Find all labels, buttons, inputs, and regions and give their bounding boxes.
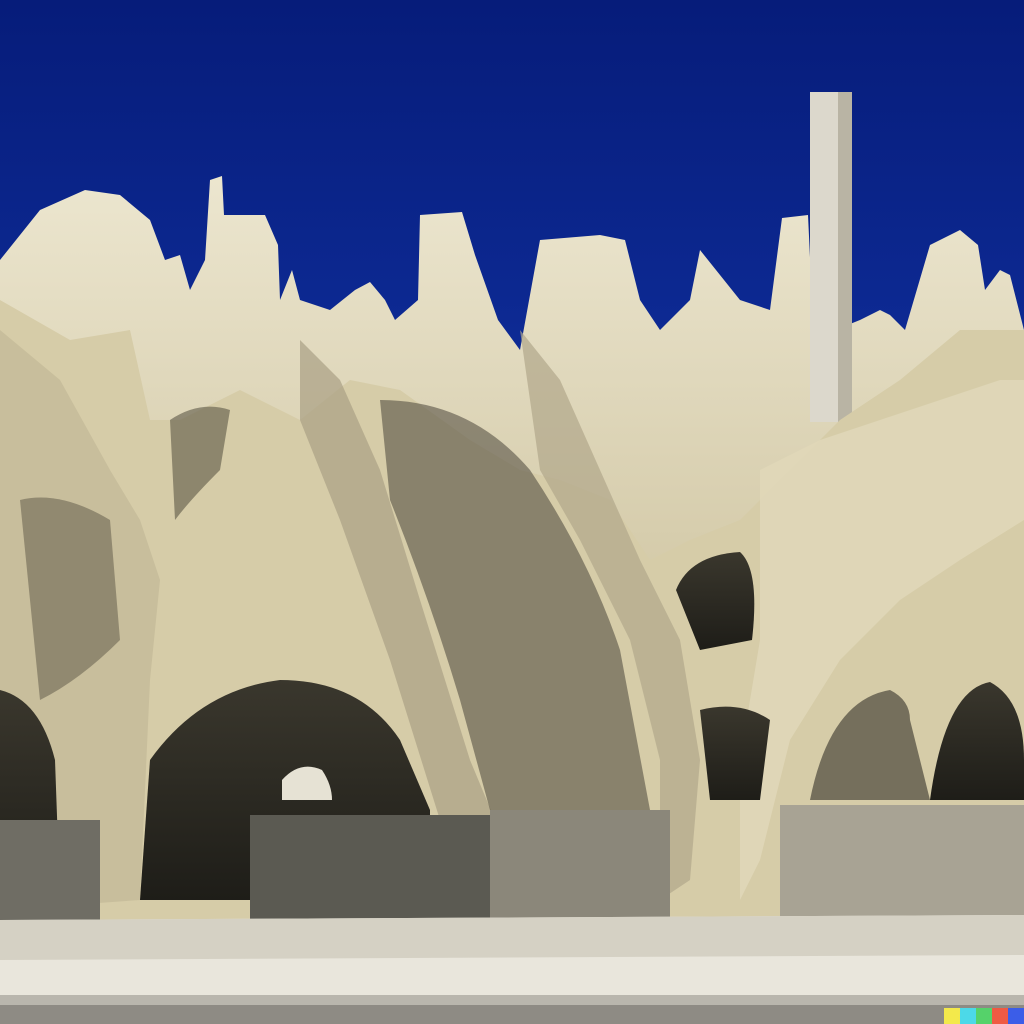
watermark-color-bar — [944, 1008, 1024, 1024]
scene-image — [0, 0, 1024, 1024]
watermark-swatch-cyan — [960, 1008, 976, 1024]
cave-mid-right — [700, 706, 770, 800]
watermark-swatch-green — [976, 1008, 992, 1024]
watermark-swatch-blue — [1008, 1008, 1024, 1024]
watermark-swatch-red — [992, 1008, 1008, 1024]
ground — [0, 915, 1024, 1024]
watermark-swatch-yellow — [944, 1008, 960, 1024]
